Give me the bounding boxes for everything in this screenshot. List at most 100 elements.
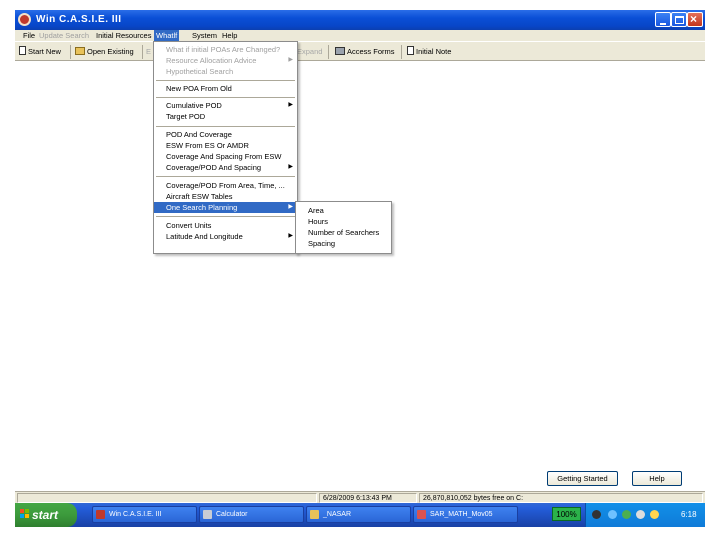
menu-item-label: Coverage/POD And Spacing (166, 163, 262, 172)
status-disk-info: 26,870,810,052 bytes free on C: (419, 493, 703, 503)
submenu-item-spacing[interactable]: Spacing (296, 238, 391, 249)
menu-initial-resources[interactable]: Initial Resources (94, 30, 153, 41)
menu-separator (156, 97, 295, 98)
menu-separator (156, 176, 295, 177)
menu-help[interactable]: Help (220, 30, 239, 41)
start-label: start (32, 508, 59, 522)
toolbar: Start New Open Existing E Expand Access … (15, 41, 705, 61)
menu-item-coverage-pod-spacing[interactable]: Coverage/POD And Spacing ▶ (154, 162, 297, 173)
menu-item-new-poa-from-old[interactable]: New POA From Old (154, 83, 297, 94)
status-bar: 6/28/2009 6:13:43 PM 26,870,810,052 byte… (15, 491, 705, 503)
security-icon[interactable] (622, 510, 631, 519)
taskbar-item-label: SAR_MATH_Mov05 (430, 511, 493, 518)
menu-update-search[interactable]: Update Search (37, 30, 91, 41)
submenu-item-area[interactable]: Area (296, 205, 391, 216)
app-window: Win C.A.S.I.E. III × File Update Search … (15, 10, 705, 540)
menu-item-target-pod[interactable]: Target POD (154, 111, 297, 122)
taskbar: start Win C.A.S.I.E. III Calculator _NAS… (15, 503, 705, 540)
power-plug-icon[interactable] (592, 510, 601, 519)
start-new-label: Start New (28, 47, 61, 56)
menu-item-label: Coverage/POD From Area, Time, ... (166, 181, 285, 190)
menu-item-label: Target POD (166, 112, 206, 121)
start-button[interactable]: start (15, 503, 77, 527)
menu-item-latitude-longitude[interactable]: Latitude And Longitude ▶ (154, 231, 297, 242)
taskbar-item-calculator[interactable]: Calculator (199, 506, 304, 523)
open-folder-icon (75, 47, 85, 55)
taskbar-item-label: _NASAR (323, 511, 352, 518)
hidden-toolbar-button[interactable]: E (146, 46, 151, 58)
network-icon[interactable] (608, 510, 617, 519)
whatif-dropdown-menu: What if initial POAs Are Changed? Resour… (153, 41, 298, 254)
taskbar-item-sar-math[interactable]: SAR_MATH_Mov05 (413, 506, 518, 523)
submenu-arrow-icon: ▶ (288, 233, 293, 239)
menu-item-label: One Search Planning (166, 203, 238, 212)
access-forms-button[interactable]: Access Forms (335, 46, 395, 58)
taskbar-item-label: Calculator (216, 511, 248, 518)
clock[interactable]: 6:18 PM (681, 503, 705, 540)
window-title: Win C.A.S.I.E. III (36, 14, 122, 25)
status-datetime: 6/28/2009 6:13:43 PM (319, 493, 417, 503)
menu-item-aircraft-esw-tables[interactable]: Aircraft ESW Tables (154, 191, 297, 202)
close-button[interactable]: × (687, 12, 703, 27)
menu-item-label: ESW From ES Or AMDR (166, 141, 249, 150)
minimize-button[interactable] (655, 12, 671, 27)
title-bar[interactable]: Win C.A.S.I.E. III × (15, 10, 705, 30)
menu-item-label: Resource Allocation Advice (166, 56, 257, 65)
submenu-arrow-icon: ▶ (288, 102, 293, 108)
taskbar-item-label: Win C.A.S.I.E. III (109, 511, 162, 518)
start-new-button[interactable]: Start New (19, 46, 61, 58)
expand-button[interactable]: Expand (297, 46, 322, 58)
battery-percentage: 100% (552, 507, 581, 521)
submenu-item-hours[interactable]: Hours (296, 216, 391, 227)
initial-note-button[interactable]: Initial Note (407, 46, 451, 58)
menu-whatif[interactable]: Whatlf (154, 30, 180, 41)
menu-item-label: POD And Coverage (166, 130, 232, 139)
menu-item-label: Hypothetical Search (166, 67, 234, 76)
open-existing-label: Open Existing (87, 47, 134, 56)
maximize-icon (675, 16, 684, 24)
menu-item-hypothetical-search[interactable]: Hypothetical Search (154, 66, 297, 77)
open-existing-button[interactable]: Open Existing (75, 46, 134, 58)
menu-item-resource-allocation[interactable]: Resource Allocation Advice ▶ (154, 55, 297, 66)
taskbar-item-wincasie[interactable]: Win C.A.S.I.E. III (92, 506, 197, 523)
maximize-button[interactable] (671, 12, 687, 27)
taskbar-item-nasar[interactable]: _NASAR (306, 506, 411, 523)
menu-item-esw-from-es[interactable]: ESW From ES Or AMDR (154, 140, 297, 151)
menu-item-cumulative-pod[interactable]: Cumulative POD ▶ (154, 100, 297, 111)
new-document-icon (19, 46, 26, 55)
menu-separator (156, 126, 295, 127)
volume-icon[interactable] (650, 510, 659, 519)
printer-icon (335, 47, 345, 55)
menu-system[interactable]: System (190, 30, 219, 41)
submenu-item-number-of-searchers[interactable]: Number of Searchers (296, 227, 391, 238)
folder-icon (310, 510, 319, 519)
menu-item-pod-and-coverage[interactable]: POD And Coverage (154, 129, 297, 140)
menu-item-label: New POA From Old (166, 84, 232, 93)
app-logo-icon (18, 13, 31, 26)
menu-item-convert-units[interactable]: Convert Units (154, 220, 297, 231)
menu-item-label: Latitude And Longitude (166, 232, 243, 241)
toolbar-separator (70, 45, 71, 59)
menu-item-label: What if initial POAs Are Changed? (166, 45, 281, 54)
menu-item-label: Convert Units (166, 221, 212, 230)
menu-item-label: Coverage And Spacing From ESW (166, 152, 282, 161)
submenu-arrow-icon: ▶ (288, 57, 293, 63)
menu-separator (156, 216, 295, 217)
wireless-icon[interactable] (636, 510, 645, 519)
menu-item-one-search-planning[interactable]: One Search Planning ▶ (154, 202, 297, 213)
minimize-icon (660, 23, 666, 25)
menu-item-what-if-poas-changed[interactable]: What if initial POAs Are Changed? (154, 44, 297, 55)
menu-item-label: Aircraft ESW Tables (166, 192, 233, 201)
menu-file[interactable]: File (21, 30, 37, 41)
getting-started-button[interactable]: Getting Started (547, 471, 618, 486)
submenu-arrow-icon: ▶ (288, 204, 293, 210)
help-button[interactable]: Help (632, 471, 682, 486)
note-document-icon (407, 46, 414, 55)
access-forms-label: Access Forms (347, 47, 395, 56)
menu-item-coverage-spacing-from-esw[interactable]: Coverage And Spacing From ESW (154, 151, 297, 162)
toolbar-separator (142, 45, 143, 59)
menu-bar: File Update Search Initial Resources Wha… (15, 30, 705, 41)
close-icon: × (690, 12, 698, 26)
casie-app-icon (96, 510, 105, 519)
menu-item-coverage-pod-from-area[interactable]: Coverage/POD From Area, Time, ... (154, 180, 297, 191)
